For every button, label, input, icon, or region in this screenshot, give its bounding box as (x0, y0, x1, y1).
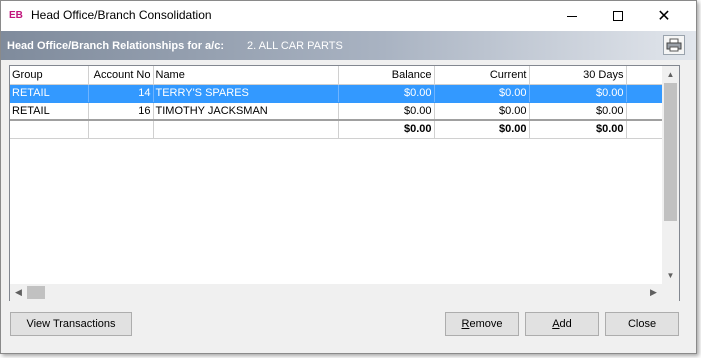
minimize-button[interactable] (549, 1, 595, 31)
close-button[interactable]: Close (605, 312, 679, 336)
scroll-down-icon[interactable]: ▼ (662, 267, 679, 284)
cell-name: TERRY'S SPARES (153, 84, 339, 103)
view-transactions-button[interactable]: View Transactions (10, 312, 132, 336)
table-row[interactable]: RETAIL 16 TIMOTHY JACKSMAN $0.00 $0.00 $… (10, 102, 663, 121)
scroll-up-icon[interactable]: ▲ (662, 66, 679, 83)
maximize-button[interactable] (595, 1, 641, 31)
cell-30-days: $0.00 (529, 84, 627, 103)
remove-label: emove (469, 318, 503, 330)
cell-overflow (626, 102, 663, 121)
add-access-key: A (552, 318, 560, 330)
column-header-30-days[interactable]: 30 Days (529, 66, 627, 85)
cell-balance: $0.00 (338, 102, 435, 121)
total-balance: $0.00 (338, 119, 435, 139)
minimize-icon (567, 15, 577, 17)
cell-current: $0.00 (434, 102, 530, 121)
header-label: Head Office/Branch Relationships for a/c… (7, 40, 224, 52)
cell-account-no: 16 (88, 102, 154, 121)
header-account: 2. ALL CAR PARTS (247, 40, 343, 52)
remove-button[interactable]: Remove (445, 312, 519, 336)
total-30-days: $0.00 (529, 119, 627, 139)
column-header-overflow (626, 66, 663, 85)
title-bar: EB Head Office/Branch Consolidation ✕ (1, 1, 696, 31)
consolidation-window: EB Head Office/Branch Consolidation ✕ He… (0, 0, 697, 354)
horizontal-scrollbar[interactable]: ◀ ▶ (10, 284, 662, 301)
cell-balance: $0.00 (338, 84, 435, 103)
totals-cell-overflow (626, 119, 663, 139)
horizontal-scroll-thumb[interactable] (27, 286, 45, 299)
app-icon: EB (9, 10, 23, 21)
scroll-left-icon[interactable]: ◀ (10, 284, 27, 301)
total-current: $0.00 (434, 119, 530, 139)
maximize-icon (613, 11, 623, 21)
add-button[interactable]: Add (525, 312, 599, 336)
vertical-scroll-thumb[interactable] (664, 83, 677, 221)
table-row[interactable]: RETAIL 14 TERRY'S SPARES $0.00 $0.00 $0.… (10, 84, 663, 103)
cell-account-no: 14 (88, 84, 154, 103)
close-window-button[interactable]: ✕ (641, 1, 687, 31)
window-title: Head Office/Branch Consolidation (31, 8, 212, 22)
remove-access-key: R (461, 318, 470, 330)
cell-group: RETAIL (10, 84, 89, 103)
print-button[interactable] (663, 35, 685, 55)
totals-cell-name (153, 119, 339, 139)
totals-row: $0.00 $0.00 $0.00 (10, 119, 663, 139)
column-header-current[interactable]: Current (434, 66, 530, 85)
branch-grid: Group Account No Name Balance Current 30… (9, 65, 680, 301)
column-header-name[interactable]: Name (153, 66, 339, 85)
add-label: dd (559, 318, 572, 330)
cell-name: TIMOTHY JACKSMAN (153, 102, 339, 121)
totals-cell-group (10, 119, 89, 139)
vertical-scrollbar[interactable]: ▲ ▼ (662, 66, 679, 284)
totals-cell-account-no (88, 119, 154, 139)
column-header-group[interactable]: Group (10, 66, 89, 85)
printer-icon (666, 38, 682, 52)
cell-overflow (626, 84, 663, 103)
column-header-balance[interactable]: Balance (338, 66, 435, 85)
cell-30-days: $0.00 (529, 102, 627, 121)
cell-group: RETAIL (10, 102, 89, 121)
scroll-right-icon[interactable]: ▶ (645, 284, 662, 301)
column-header-account-no[interactable]: Account No (88, 66, 154, 85)
relationship-header: Head Office/Branch Relationships for a/c… (1, 31, 696, 60)
cell-current: $0.00 (434, 84, 530, 103)
grid-table: Group Account No Name Balance Current 30… (10, 66, 663, 139)
grid-header-row: Group Account No Name Balance Current 30… (10, 66, 663, 85)
close-icon: ✕ (657, 6, 671, 25)
scrollbar-corner (662, 284, 679, 301)
